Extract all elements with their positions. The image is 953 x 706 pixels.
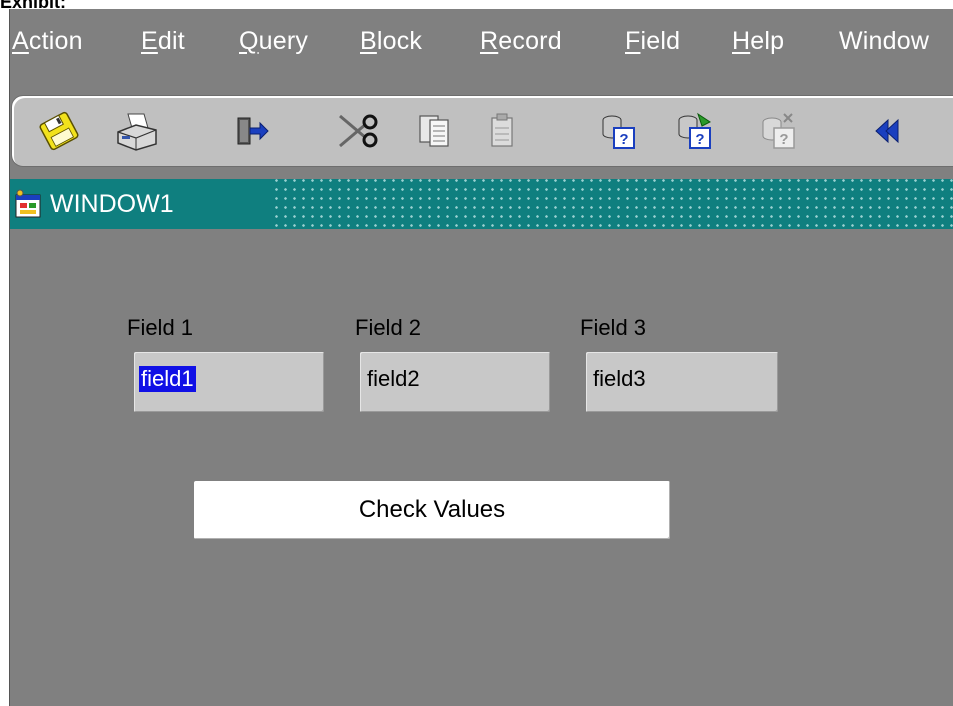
field-1-value: field1 (139, 366, 196, 392)
field-3-value: field3 (593, 366, 646, 391)
menu-help[interactable]: Help (732, 27, 784, 56)
menu-block[interactable]: Block (360, 27, 422, 56)
menu-field[interactable]: Field (625, 27, 680, 56)
forms-application: Action Edit Query Block Record Field Hel… (9, 9, 953, 706)
print-icon[interactable] (114, 110, 160, 152)
field-2-input[interactable]: field2 (360, 352, 550, 412)
menu-window[interactable]: Window (839, 27, 929, 56)
field-3-label: Field 3 (580, 315, 647, 340)
menu-record[interactable]: Record (480, 27, 562, 56)
window-title-bar[interactable]: WINDOW1 (10, 179, 953, 229)
svg-text:?: ? (619, 131, 628, 148)
menu-bar: Action Edit Query Block Record Field Hel… (10, 9, 953, 87)
svg-text:?: ? (779, 131, 788, 148)
paste-icon[interactable] (480, 110, 526, 152)
cancel-query-icon[interactable]: ? (756, 110, 802, 152)
save-icon[interactable] (36, 110, 82, 152)
toolbar: ? ? ? (11, 95, 953, 167)
enter-query-icon[interactable]: ? (596, 110, 642, 152)
execute-query-icon[interactable]: ? (672, 110, 718, 152)
previous-block-icon[interactable] (866, 110, 912, 152)
field-3-input[interactable]: field3 (586, 352, 778, 412)
exit-icon[interactable] (230, 110, 276, 152)
window-title: WINDOW1 (50, 190, 174, 218)
cut-icon[interactable] (334, 110, 380, 152)
menu-query[interactable]: Query (239, 27, 308, 56)
menu-edit[interactable]: Edit (141, 27, 185, 56)
svg-text:?: ? (695, 131, 704, 148)
field-2-value: field2 (367, 366, 420, 391)
field-1-input[interactable]: field1 (134, 352, 324, 412)
field-1-label: Field 1 (127, 315, 194, 340)
window-icon (15, 189, 41, 218)
menu-action[interactable]: Action (12, 27, 83, 56)
field-2-label: Field 2 (355, 315, 422, 340)
check-values-button[interactable]: Check Values (194, 481, 670, 539)
copy-icon[interactable] (412, 110, 458, 152)
